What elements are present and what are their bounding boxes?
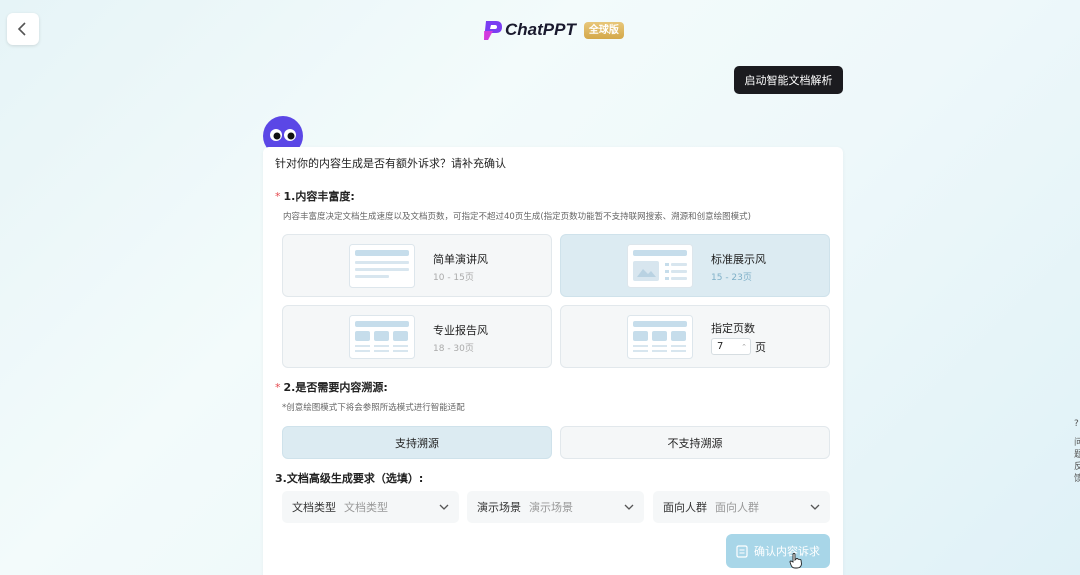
option-standard-display[interactable]: 标准展示风 15 - 23页 [560,234,830,297]
hand-cursor-icon [789,553,802,569]
smart-parse-button[interactable]: 启动智能文档解析 [734,66,843,94]
document-icon [736,544,748,558]
doc-type-select[interactable]: 文档类型 文档类型 [282,491,459,523]
card-question: 针对你的内容生成是否有额外诉求？请补充确认 [275,157,506,170]
option-name: 标准展示风 [711,253,766,266]
chevron-left-icon [17,22,26,36]
chevron-down-icon [439,504,449,510]
select-label: 面向人群 [663,501,707,514]
template-thumbnail [349,244,415,288]
option-professional-report[interactable]: 专业报告风 18 - 30页 [282,305,552,368]
select-placeholder: 文档类型 [344,501,388,514]
confirm-requirements-button[interactable]: 确认内容诉求 [726,534,830,568]
required-star: * [275,190,281,203]
select-label: 演示场景 [477,501,521,514]
chevron-down-icon [624,504,634,510]
page-count-input[interactable]: 7 ⌃ [711,338,751,355]
section-richness-desc: 内容丰富度决定文档生成速度以及文档页数，可指定不超过40页生成(指定页数功能暂不… [283,212,751,222]
section-source-title: * 2.是否需要内容溯源: [275,381,388,394]
select-placeholder: 面向人群 [715,501,759,514]
confirm-label: 确认内容诉求 [754,545,820,558]
option-range: 18 - 30页 [433,344,474,354]
stepper-arrow-icon[interactable]: ⌃ [741,340,747,355]
page-unit: 页 [755,340,766,354]
section-advanced-title: 3.文档高级生成要求（选填）: [275,472,424,485]
back-button[interactable] [7,13,39,45]
template-thumbnail [349,315,415,359]
feedback-help-icon[interactable]: ? [1074,419,1079,429]
option-name: 指定页数 [711,322,755,335]
section-richness-title: * 1.内容丰富度: [275,190,355,203]
chevron-down-icon [810,504,820,510]
section-source-desc: *创意绘图模式下将会参照所选模式进行智能适配 [282,403,465,413]
select-label: 文档类型 [292,501,336,514]
template-thumbnail [627,244,693,288]
option-simple-speech[interactable]: 简单演讲风 10 - 15页 [282,234,552,297]
support-source-button[interactable]: 支持溯源 [282,426,552,459]
option-range: 10 - 15页 [433,273,474,283]
chatppt-logo-icon [484,21,502,40]
select-placeholder: 演示场景 [529,501,573,514]
option-custom-pages[interactable]: 指定页数 7 ⌃ 页 [560,305,830,368]
required-star: * [275,381,281,394]
requirements-card: 针对你的内容生成是否有额外诉求？请补充确认 * 1.内容丰富度: 内容丰富度决定文… [263,147,843,575]
feedback-char[interactable]: 馈 [1074,471,1080,484]
option-name: 专业报告风 [433,324,488,337]
edition-badge: 全球版 [583,21,624,39]
option-range: 15 - 23页 [711,273,752,283]
logo-text: ChatPPT [505,20,576,39]
app-logo: ChatPPT 全球版 [483,19,624,41]
page-count-row: 7 ⌃ 页 [711,338,766,355]
option-name: 简单演讲风 [433,253,488,266]
audience-select[interactable]: 面向人群 面向人群 [653,491,830,523]
template-thumbnail [627,315,693,359]
no-source-button[interactable]: 不支持溯源 [560,426,830,459]
scenario-select[interactable]: 演示场景 演示场景 [467,491,644,523]
